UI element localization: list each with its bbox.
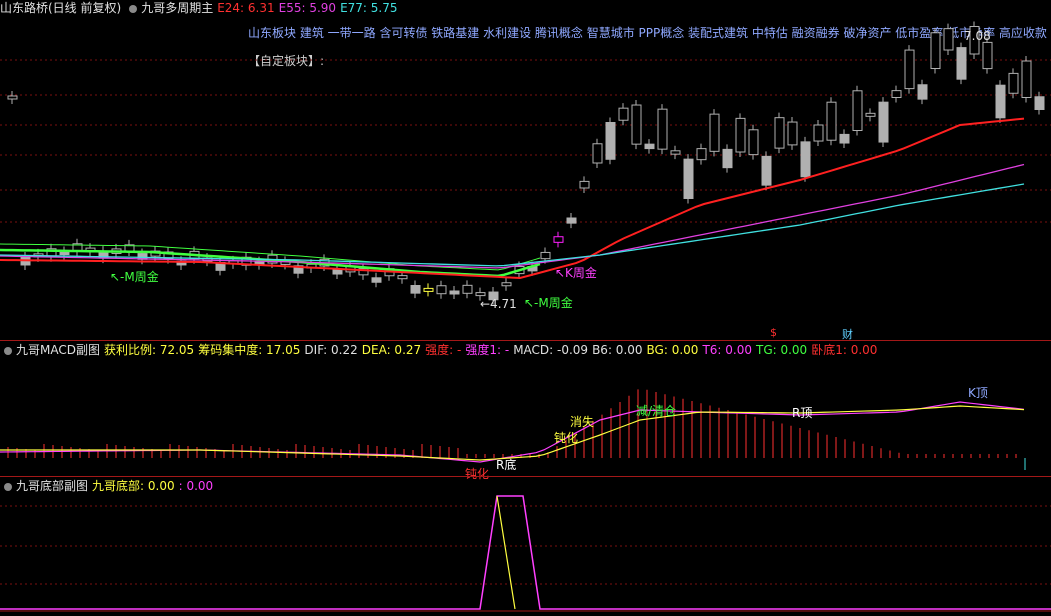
candle-body — [1021, 60, 1032, 98]
candlestick-chart[interactable] — [0, 0, 1051, 340]
candle-body — [696, 148, 707, 161]
candle-body — [371, 277, 382, 283]
candle-body — [618, 107, 629, 121]
candle-body — [436, 285, 447, 295]
candle-body — [748, 129, 759, 156]
r-top-label: R顶 — [792, 406, 813, 420]
candle-body — [644, 143, 655, 150]
bottom-signal-line — [0, 495, 1051, 610]
candle-body — [397, 275, 408, 280]
candle-body — [982, 41, 993, 70]
candle-body — [722, 148, 733, 169]
candle-body — [878, 101, 889, 143]
m-gold-left-label: ↖-M周金 — [110, 270, 159, 284]
k-gold-label: ↖K周金 — [555, 266, 597, 280]
candle-body — [566, 217, 577, 224]
xiaoshi-label: 消失 — [570, 415, 595, 429]
candle-body — [709, 113, 720, 152]
macd-chart[interactable] — [0, 340, 1051, 476]
candle-body — [657, 108, 668, 150]
candle-body — [865, 112, 876, 117]
candle-body — [683, 158, 694, 199]
candle-body — [579, 180, 590, 189]
candle-body — [904, 49, 915, 90]
macd-pane[interactable]: 九哥MACD副图 获利比例: 72.05 筹码集中度: 17.05 DIF: 0.22… — [0, 340, 1051, 481]
candle-body — [930, 32, 941, 69]
candle-body — [423, 287, 434, 292]
main-chart-pane[interactable]: 山东路桥(日线 前复权) 九哥多周期主 E24: 6.31 E55: 5.90 E77:… — [0, 0, 1051, 341]
candle-body — [631, 104, 642, 145]
candle-body — [956, 47, 967, 80]
candle-body — [943, 28, 954, 51]
candle-body — [449, 290, 460, 295]
candle-body — [826, 101, 837, 141]
candle-body — [1008, 72, 1019, 94]
low-price-label: ←4.71 — [480, 297, 517, 311]
candle-body — [7, 95, 18, 100]
candle-body — [670, 150, 681, 155]
jian-qingcang-label: 减/清仓 — [636, 404, 677, 418]
bottom-yellow-line — [496, 495, 516, 610]
candle-body — [501, 282, 512, 287]
candle-body — [553, 236, 564, 243]
candle-body — [800, 141, 811, 178]
marker-s[interactable]: $ — [770, 326, 777, 339]
k-top-label: K顶 — [968, 386, 988, 400]
candle-body — [410, 285, 421, 294]
candle-body — [839, 133, 850, 144]
bottom-pane[interactable]: 九哥底部副图 九哥底部: 0.00: 0.00 — [0, 476, 1051, 616]
candle-body — [1034, 96, 1045, 110]
candle-body — [475, 292, 486, 297]
candle-body — [995, 84, 1006, 119]
candle-body — [852, 90, 863, 131]
candle-body — [813, 124, 824, 142]
candle-body — [605, 122, 616, 160]
candle-body — [735, 117, 746, 153]
bottom-chart[interactable] — [0, 476, 1051, 616]
m-gold-right-label: ↖-M周金 — [524, 296, 573, 310]
high-price-label: 7.08 — [964, 29, 991, 43]
candle-body — [774, 117, 785, 149]
candle-body — [761, 155, 772, 186]
dea-line — [0, 405, 1025, 461]
candle-body — [891, 90, 902, 98]
candle-body — [462, 284, 473, 294]
candle-body — [917, 84, 928, 100]
candle-body — [540, 251, 551, 260]
dunhua-label: 钝化 — [554, 431, 579, 445]
r-bottom-label: R底 — [496, 458, 517, 472]
candle-body — [787, 121, 798, 146]
candle-body — [592, 143, 603, 164]
